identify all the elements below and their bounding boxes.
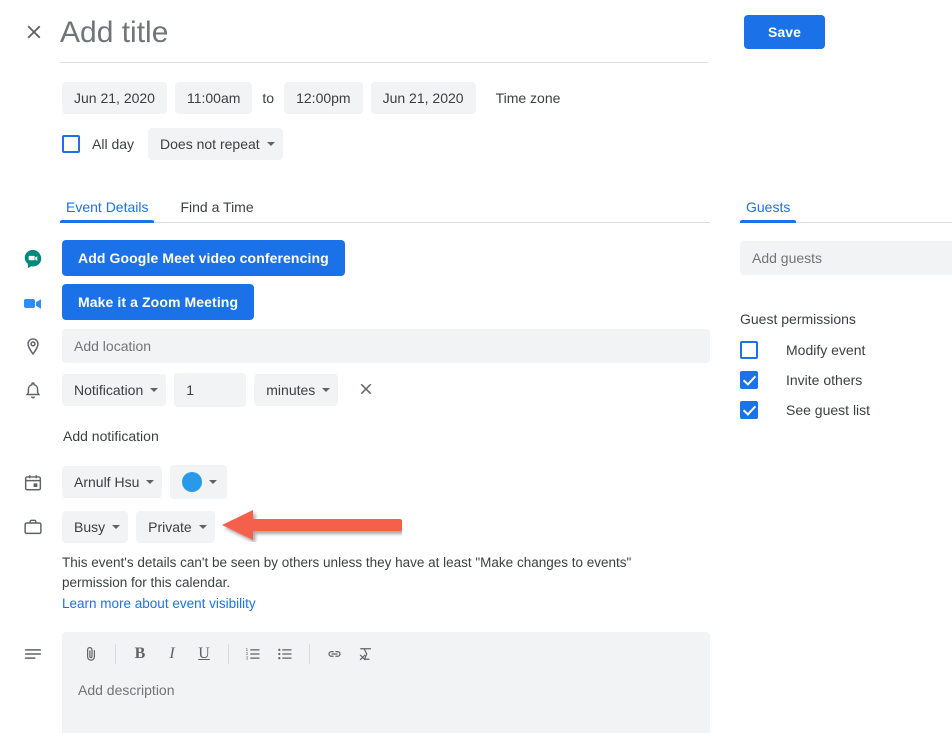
- notification-row: Notification minutes: [62, 373, 378, 407]
- notification-amount-input[interactable]: [174, 373, 247, 407]
- bell-notification-icon: [20, 378, 46, 404]
- visibility-note: This event's details can't be seen by ot…: [62, 555, 632, 590]
- toolbar-divider: [309, 644, 310, 664]
- tab-find-a-time[interactable]: Find a Time: [174, 198, 259, 222]
- bold-icon[interactable]: B: [125, 639, 155, 669]
- guests-tabs: Guests: [740, 194, 952, 223]
- toolbar-divider: [115, 644, 116, 664]
- visibility-dropdown[interactable]: Private: [136, 511, 215, 543]
- color-swatch: [182, 472, 203, 492]
- description-toolbar: B I U 123: [62, 632, 710, 676]
- chevron-down-icon: [198, 525, 207, 529]
- chevron-down-icon: [146, 480, 155, 484]
- chevron-down-icon: [266, 142, 275, 146]
- permission-modify-event[interactable]: Modify event: [740, 341, 865, 359]
- calendar-owner-label: Arnulf Hsu: [74, 474, 140, 490]
- save-button[interactable]: Save: [744, 15, 825, 49]
- close-button[interactable]: [20, 18, 48, 46]
- link-icon[interactable]: [319, 639, 349, 669]
- chevron-down-icon: [209, 480, 218, 484]
- calendar-owner-dropdown[interactable]: Arnulf Hsu: [62, 466, 163, 498]
- close-icon: [357, 380, 375, 401]
- chevron-down-icon: [150, 388, 159, 392]
- start-date-chip[interactable]: Jun 21, 2020: [62, 82, 167, 114]
- all-day-checkbox[interactable]: [62, 135, 80, 153]
- notification-unit-label: minutes: [266, 382, 316, 398]
- google-meet-icon: [20, 246, 46, 272]
- description-editor: B I U 123 Add description: [62, 632, 710, 733]
- timezone-button[interactable]: Time zone: [496, 90, 561, 106]
- title-field-wrap: [60, 14, 708, 63]
- numbered-list-icon[interactable]: 123: [238, 639, 268, 669]
- description-input[interactable]: Add description: [62, 676, 710, 704]
- title-input[interactable]: [60, 14, 708, 63]
- repeat-dropdown[interactable]: Does not repeat: [148, 128, 283, 160]
- guest-permissions-title: Guest permissions: [740, 311, 856, 327]
- annotation-arrow-left-icon: [220, 508, 405, 542]
- svg-text:3: 3: [246, 655, 249, 660]
- chevron-down-icon: [322, 388, 331, 392]
- tab-event-details[interactable]: Event Details: [60, 198, 155, 223]
- invite-others-checkbox[interactable]: [740, 371, 758, 389]
- chevron-down-icon: [112, 525, 121, 529]
- end-time-chip[interactable]: 12:00pm: [284, 82, 363, 114]
- notification-type-label: Notification: [74, 382, 144, 398]
- to-label: to: [262, 90, 275, 106]
- tabs-divider: [60, 222, 710, 223]
- visibility-label: Private: [148, 519, 192, 535]
- repeat-dropdown-label: Does not repeat: [160, 136, 260, 152]
- close-icon: [23, 21, 45, 43]
- toolbar-divider: [228, 644, 229, 664]
- italic-icon[interactable]: I: [157, 639, 187, 669]
- permission-invite-others[interactable]: Invite others: [740, 371, 862, 389]
- end-date-chip[interactable]: Jun 21, 2020: [370, 82, 476, 114]
- notification-type-dropdown[interactable]: Notification: [62, 374, 167, 406]
- tab-guests[interactable]: Guests: [740, 198, 797, 223]
- start-time-chip[interactable]: 11:00am: [174, 82, 253, 114]
- learn-more-link[interactable]: Learn more about event visibility: [62, 596, 256, 611]
- availability-visibility-row: Busy Private: [62, 511, 215, 543]
- add-google-meet-button[interactable]: Add Google Meet video conferencing: [62, 240, 345, 276]
- add-guests-input[interactable]: [740, 241, 952, 275]
- zoom-video-icon: [20, 290, 46, 316]
- modify-event-checkbox[interactable]: [740, 341, 758, 359]
- availability-label: Busy: [74, 519, 106, 535]
- invite-others-label: Invite others: [786, 372, 863, 388]
- permission-see-guest-list[interactable]: See guest list: [740, 401, 870, 419]
- briefcase-icon: [20, 514, 46, 540]
- description-notes-icon: [20, 641, 46, 667]
- date-time-row: Jun 21, 2020 11:00am to 12:00pm Jun 21, …: [62, 82, 702, 114]
- main-tabs: Event Details Find a Time: [60, 194, 710, 223]
- location-pin-icon: [20, 334, 46, 360]
- location-input[interactable]: [62, 329, 710, 363]
- see-guest-list-label: See guest list: [786, 402, 871, 418]
- bulleted-list-icon[interactable]: [270, 639, 300, 669]
- all-day-label[interactable]: All day: [92, 136, 134, 152]
- remove-notification-button[interactable]: [354, 378, 378, 402]
- calendar-owner-row: Arnulf Hsu: [62, 465, 228, 499]
- availability-dropdown[interactable]: Busy: [62, 511, 129, 543]
- underline-icon[interactable]: U: [189, 639, 219, 669]
- modify-event-label: Modify event: [786, 342, 866, 358]
- notification-unit-dropdown[interactable]: minutes: [254, 374, 339, 406]
- see-guest-list-checkbox[interactable]: [740, 401, 758, 419]
- all-day-row: All day Does not repeat: [62, 128, 283, 160]
- event-color-dropdown[interactable]: [170, 465, 228, 499]
- remove-formatting-icon[interactable]: [351, 639, 381, 669]
- add-notification-button[interactable]: Add notification: [63, 428, 159, 444]
- event-editor-page: Save Jun 21, 2020 11:00am to 12:00pm Jun…: [0, 0, 952, 733]
- calendar-icon: [20, 470, 46, 496]
- make-zoom-meeting-button[interactable]: Make it a Zoom Meeting: [62, 284, 255, 320]
- attach-icon[interactable]: [76, 639, 106, 669]
